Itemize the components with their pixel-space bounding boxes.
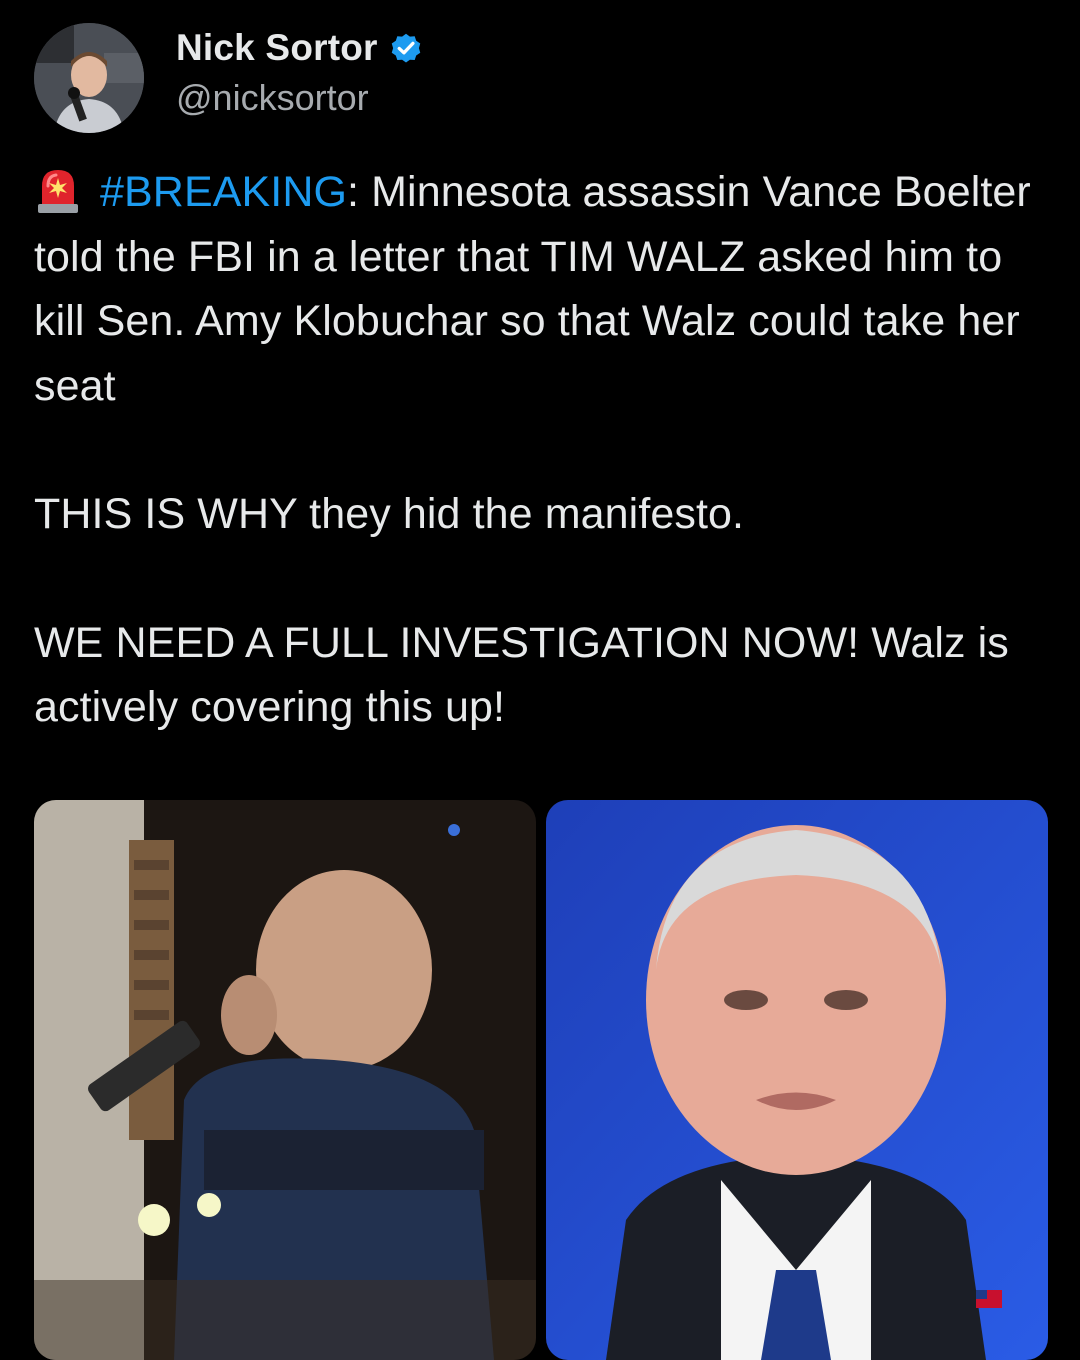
masked-man-photo[interactable] bbox=[34, 800, 536, 1360]
hashtag-link[interactable]: #BREAKING bbox=[100, 168, 347, 216]
avatar-photo bbox=[34, 23, 144, 133]
name-row: Nick Sortor bbox=[176, 27, 424, 69]
tweet-paragraph-1: #BREAKING: Minnesota assassin Vance Boel… bbox=[34, 160, 1054, 418]
tweet-paragraph-3: WE NEED A FULL INVESTIGATION NOW! Walz i… bbox=[34, 618, 1021, 732]
photo-left bbox=[34, 800, 536, 1360]
display-name[interactable]: Nick Sortor bbox=[176, 27, 378, 69]
verified-badge-icon bbox=[391, 33, 420, 63]
photo-right bbox=[546, 800, 1048, 1360]
tweet-text: #BREAKING: Minnesota assassin Vance Boel… bbox=[34, 160, 1054, 740]
police-siren-icon bbox=[38, 170, 78, 213]
tweet-paragraph-2: THIS IS WHY they hid the manifesto. bbox=[34, 490, 745, 538]
tweet-header: Nick Sortor @nicksortor bbox=[34, 22, 424, 134]
avatar[interactable] bbox=[34, 23, 144, 133]
media-grid bbox=[34, 800, 1048, 1360]
walz-photo[interactable] bbox=[546, 800, 1048, 1360]
author-names: Nick Sortor @nicksortor bbox=[176, 27, 424, 119]
author-handle[interactable]: @nicksortor bbox=[176, 77, 424, 119]
